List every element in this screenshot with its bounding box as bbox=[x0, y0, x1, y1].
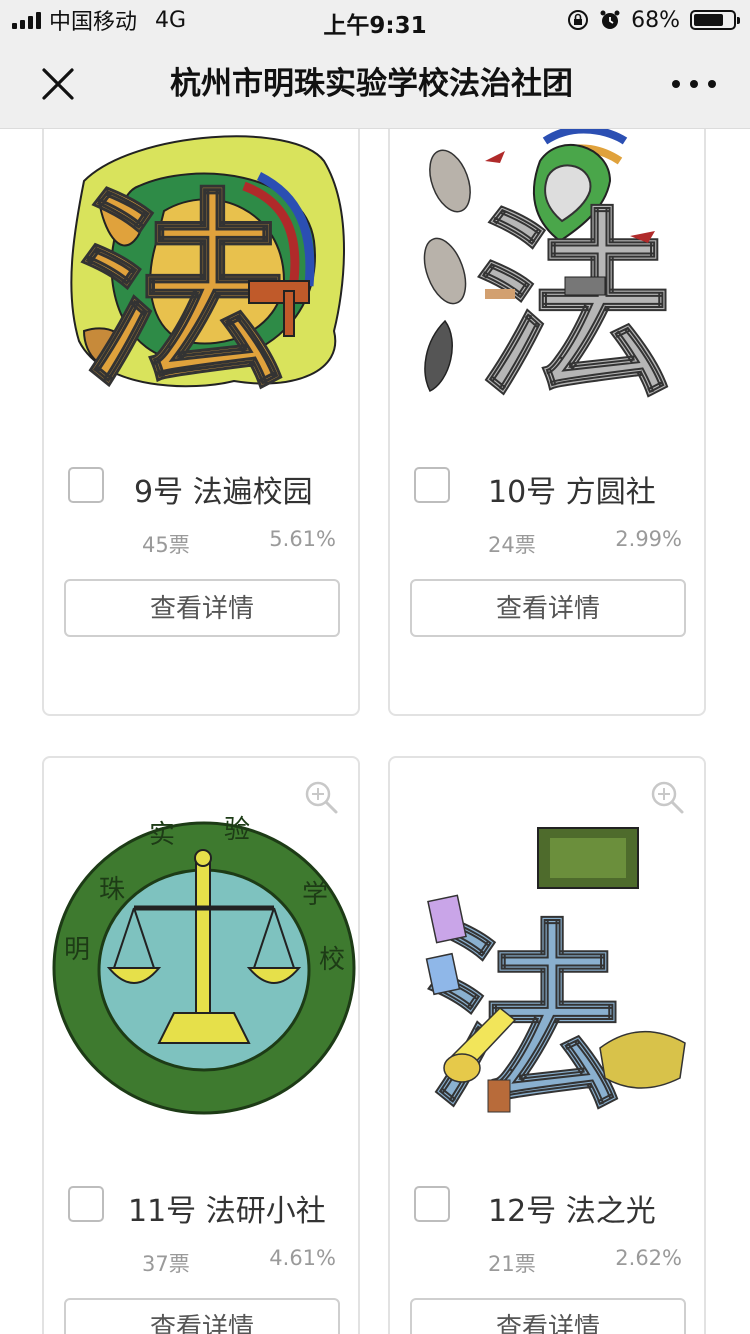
ring-glyph: 验 bbox=[224, 815, 250, 845]
zoom-icon[interactable] bbox=[302, 778, 340, 816]
more-icon[interactable] bbox=[672, 66, 716, 102]
candidate-image[interactable]: 法 bbox=[390, 758, 704, 1158]
vote-list: 法 9号 法遍校园 45票 5.61% 查看详情 法 10号 方圆社 24票 2… bbox=[0, 129, 750, 1334]
status-bar: 中国移动 4G 上午9:31 68% bbox=[0, 0, 750, 40]
candidate-card: 法 12号 法之光 21票 2.62% 查看详情 bbox=[388, 756, 706, 1334]
vote-percent: 2.62% bbox=[615, 1246, 682, 1270]
close-icon[interactable] bbox=[36, 62, 80, 106]
status-right: 68% bbox=[567, 6, 740, 34]
battery-icon bbox=[690, 10, 740, 30]
candidate-name: 12号 法之光 bbox=[488, 1194, 656, 1229]
ring-glyph: 学 bbox=[302, 880, 328, 910]
vote-count: 24票 bbox=[488, 533, 536, 557]
zoom-icon[interactable] bbox=[648, 778, 686, 816]
candidate-card: 法 10号 方圆社 24票 2.99% 查看详情 bbox=[388, 129, 706, 716]
vote-checkbox[interactable] bbox=[414, 467, 450, 503]
candidate-name: 9号 法遍校园 bbox=[134, 475, 313, 510]
vote-percent: 4.61% bbox=[269, 1246, 336, 1270]
view-details-button[interactable]: 查看详情 bbox=[410, 579, 686, 637]
vote-count: 21票 bbox=[488, 1252, 536, 1276]
orientation-lock-icon bbox=[568, 10, 589, 30]
ring-glyph: 实 bbox=[149, 820, 175, 850]
ring-glyph: 珠 bbox=[99, 875, 125, 905]
page-title: 杭州市明珠实验学校法治社团 bbox=[170, 66, 573, 102]
nav-bar: 杭州市明珠实验学校法治社团 bbox=[0, 40, 750, 129]
candidate-name: 10号 方圆社 bbox=[488, 475, 656, 510]
view-details-button[interactable]: 查看详情 bbox=[64, 1298, 340, 1334]
candidate-image[interactable]: 珠 实 验 学 校 明 bbox=[44, 758, 358, 1158]
ring-glyph: 校 bbox=[319, 945, 345, 975]
vote-percent: 5.61% bbox=[269, 527, 336, 551]
view-details-button[interactable]: 查看详情 bbox=[410, 1298, 686, 1334]
vote-percent: 2.99% bbox=[615, 527, 682, 551]
candidate-card: 珠 实 验 学 校 明 11号 法研小社 37票 4.61% 查看详情 bbox=[42, 756, 360, 1334]
alarm-icon bbox=[600, 10, 620, 29]
view-details-button[interactable]: 查看详情 bbox=[64, 579, 340, 637]
battery-percent: 68% bbox=[631, 7, 680, 33]
vote-checkbox[interactable] bbox=[68, 467, 104, 503]
ring-glyph: 明 bbox=[64, 935, 90, 965]
vote-count: 37票 bbox=[142, 1252, 190, 1276]
vote-checkbox[interactable] bbox=[414, 1186, 450, 1222]
candidate-name: 11号 法研小社 bbox=[128, 1194, 326, 1229]
candidate-card: 法 9号 法遍校园 45票 5.61% 查看详情 bbox=[42, 129, 360, 716]
card-image-glyph: 法 bbox=[475, 191, 675, 424]
vote-checkbox[interactable] bbox=[68, 1186, 104, 1222]
vote-count: 45票 bbox=[142, 533, 190, 557]
